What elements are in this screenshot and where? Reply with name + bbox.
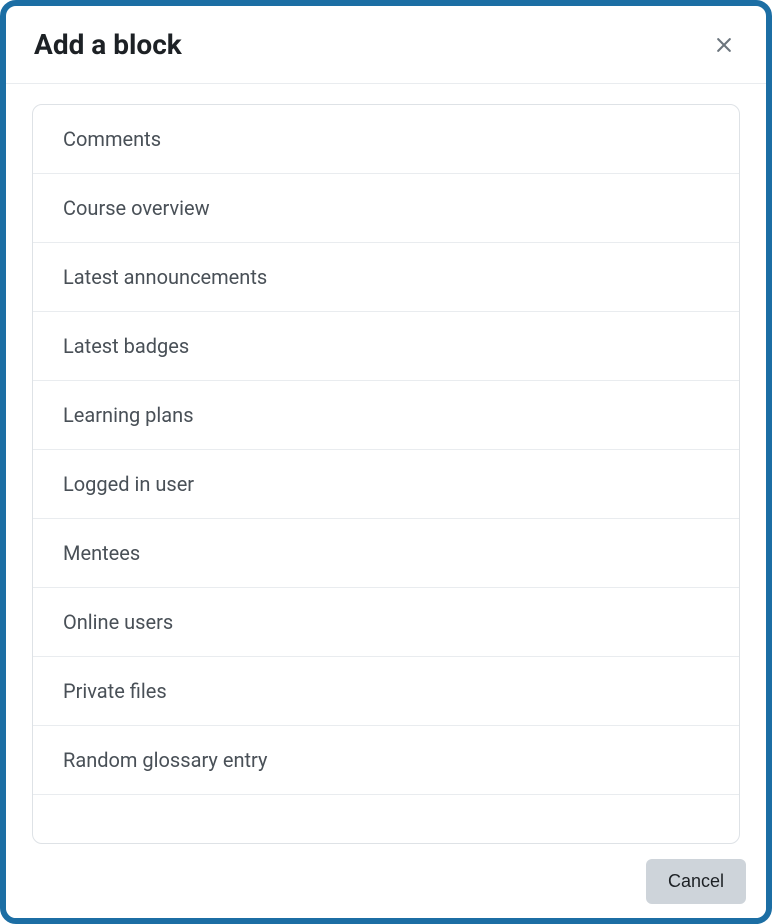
block-item-learning-plans[interactable]: Learning plans [33,381,739,450]
add-block-modal: Add a block Comments Course overview Lat… [0,0,772,924]
block-item-private-files[interactable]: Private files [33,657,739,726]
block-item-label: Learning plans [63,403,194,427]
block-item-label: Online users [63,610,173,634]
modal-title: Add a block [34,28,182,61]
block-item-logged-in-user[interactable]: Logged in user [33,450,739,519]
block-item-comments[interactable]: Comments [33,105,739,174]
block-item-mentees[interactable]: Mentees [33,519,739,588]
block-item-label: Latest announcements [63,265,267,289]
block-item-random-glossary-entry[interactable]: Random glossary entry [33,726,739,795]
block-item-label: Course overview [63,196,210,220]
block-item-online-users[interactable]: Online users [33,588,739,657]
block-item-label: Logged in user [63,472,194,496]
block-item-label: Private files [63,679,167,703]
modal-header: Add a block [6,6,766,84]
block-item-label: Comments [63,127,161,151]
block-item-course-overview[interactable]: Course overview [33,174,739,243]
modal-body: Comments Course overview Latest announce… [6,84,766,844]
block-item-latest-announcements[interactable]: Latest announcements [33,243,739,312]
modal-footer: Cancel [6,844,766,918]
cancel-button[interactable]: Cancel [646,859,746,904]
block-item-label: Random glossary entry [63,748,267,772]
block-item-label: Mentees [63,541,140,565]
block-list: Comments Course overview Latest announce… [32,104,740,844]
close-icon [714,35,734,55]
block-item-label: Latest badges [63,334,189,358]
block-item-latest-badges[interactable]: Latest badges [33,312,739,381]
close-button[interactable] [710,31,738,59]
